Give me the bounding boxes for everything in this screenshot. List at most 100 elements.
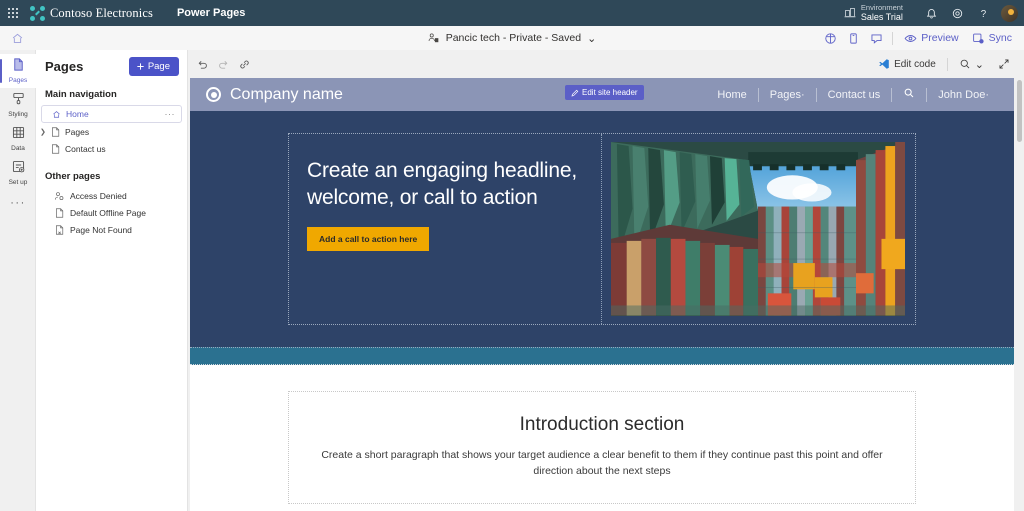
- canvas-toolbar: Edit code ⌄: [188, 50, 1024, 78]
- environment-name: Sales Trial: [860, 12, 903, 23]
- app-launcher-waffle-icon[interactable]: [0, 0, 26, 26]
- sidebar-more-icon[interactable]: ···: [0, 190, 36, 216]
- redo-arrow-icon[interactable]: [213, 54, 234, 75]
- toolbar-divider: [946, 57, 948, 71]
- canvas-vertical-scrollbar[interactable]: [1015, 78, 1024, 511]
- introduction-box[interactable]: Introduction section Create a short para…: [288, 390, 916, 505]
- sidebar-item-styling[interactable]: Styling: [0, 88, 36, 122]
- canvas-toolbar-right: Edit code ⌄: [872, 54, 1020, 75]
- page-item-pages-label: Pages: [65, 126, 90, 137]
- feedback-icon[interactable]: [865, 26, 887, 50]
- site-title-text: Pancic tech - Private - Saved: [445, 32, 582, 44]
- chevron-down-icon: ⌄: [587, 32, 597, 45]
- access-denied-person-icon: [54, 191, 64, 201]
- introduction-heading: Introduction section: [519, 413, 685, 435]
- shipping-containers-photo: [611, 142, 905, 316]
- introduction-section[interactable]: Introduction section Create a short para…: [190, 364, 1014, 505]
- page-title: Pages: [45, 58, 84, 74]
- page-item-contact-us-label: Contact us: [65, 143, 106, 154]
- vscode-icon: [879, 59, 889, 69]
- site-nav-search[interactable]: [892, 87, 926, 102]
- hero-text-column[interactable]: Create an engaging headline, welcome, or…: [289, 134, 602, 324]
- styling-icon: [11, 91, 26, 111]
- add-page-button[interactable]: Page: [128, 56, 179, 76]
- data-table-icon: [11, 125, 26, 145]
- site-nav-contact-us[interactable]: Contact us: [817, 89, 892, 101]
- zoom-chevron-icon: ⌄: [974, 58, 984, 71]
- sync-label: Sync: [988, 32, 1012, 44]
- eye-icon: [904, 34, 917, 42]
- site-nav-home[interactable]: Home: [706, 89, 757, 101]
- suite-bar-right: Environment Sales Trial ?: [844, 0, 1024, 26]
- account-avatar[interactable]: [1001, 4, 1018, 22]
- expand-canvas-button[interactable]: [992, 54, 1016, 75]
- site-preview-canvas: Company name Home Pages· Contact us John…: [190, 78, 1014, 511]
- edit-site-header-label: Edit site header: [582, 88, 638, 97]
- nav-divider: [757, 87, 759, 102]
- page-item-home-label: Home: [66, 109, 89, 119]
- command-bar-actions: Preview Sync: [819, 26, 1024, 50]
- hero-cta-button[interactable]: Add a call to action here: [307, 226, 430, 251]
- command-divider: [892, 31, 894, 45]
- site-title-dropdown[interactable]: Pancic tech - Private - Saved ⌄: [428, 32, 597, 45]
- site-nav-user[interactable]: John Doe·: [927, 89, 1000, 101]
- pages-panel-header: Pages Page: [36, 50, 187, 82]
- undo-arrow-icon[interactable]: [192, 54, 213, 75]
- accent-band[interactable]: [190, 346, 1014, 365]
- home-icon[interactable]: [0, 26, 34, 50]
- notifications-bell-icon[interactable]: [919, 0, 943, 26]
- edit-code-label: Edit code: [894, 58, 936, 70]
- settings-gear-icon[interactable]: [945, 0, 969, 26]
- left-nav-rail: Pages Styling Data Set up ···: [0, 50, 36, 511]
- mobile-preview-icon[interactable]: [842, 26, 864, 50]
- other-pages-label: Other pages: [45, 171, 101, 182]
- page-item-contact-us[interactable]: Contact us: [36, 140, 187, 157]
- svg-text:?: ?: [980, 8, 986, 19]
- add-page-label: Page: [147, 60, 170, 72]
- scrollbar-thumb[interactable]: [1017, 80, 1022, 142]
- hero-section[interactable]: Create an engaging headline, welcome, or…: [190, 111, 1014, 347]
- page-item-home-overflow-icon[interactable]: ···: [165, 109, 182, 119]
- nav-divider: [815, 87, 817, 102]
- caret-down-icon: ·: [800, 88, 805, 101]
- edit-code-button[interactable]: Edit code: [872, 54, 942, 75]
- pages-icon: [11, 57, 26, 77]
- sidebar-item-pages[interactable]: Pages: [0, 54, 36, 88]
- zoom-control[interactable]: ⌄: [953, 54, 990, 75]
- caret-down-icon: ·: [985, 88, 989, 101]
- other-page-default-offline[interactable]: Default Offline Page: [36, 204, 187, 221]
- site-nav: Home Pages· Contact us John Doe·: [706, 87, 1000, 102]
- hero-image-column[interactable]: [602, 134, 915, 324]
- nav-divider: [926, 87, 928, 102]
- environment-selector[interactable]: Environment Sales Trial: [844, 3, 903, 23]
- page-file-icon: [54, 207, 64, 218]
- sidebar-item-pages-label: Pages: [8, 77, 28, 85]
- sidebar-item-data[interactable]: Data: [0, 122, 36, 156]
- site-people-icon: [428, 33, 439, 43]
- page-item-home[interactable]: Home ···: [41, 105, 182, 123]
- link-style-icon[interactable]: [234, 54, 255, 75]
- page-file-icon: [50, 126, 60, 137]
- other-page-default-offline-label: Default Offline Page: [70, 207, 146, 218]
- accessibility-checker-icon[interactable]: [819, 26, 841, 50]
- other-page-access-denied[interactable]: Access Denied: [36, 187, 187, 204]
- pencil-icon: [571, 89, 579, 96]
- preview-button[interactable]: Preview: [898, 26, 964, 50]
- zoom-magnifier-icon: [960, 59, 970, 69]
- contoso-logo-icon: [30, 5, 45, 21]
- help-question-icon[interactable]: ?: [971, 0, 995, 26]
- other-page-not-found[interactable]: Page Not Found: [36, 221, 187, 238]
- hero-headline: Create an engaging headline, welcome, or…: [307, 159, 577, 209]
- site-nav-pages[interactable]: Pages·: [759, 89, 816, 101]
- introduction-paragraph: Create a short paragraph that shows your…: [321, 448, 883, 477]
- page-item-pages[interactable]: ❯ Pages: [36, 123, 187, 140]
- site-header: Company name Home Pages· Contact us John…: [190, 78, 1014, 111]
- sidebar-item-setup[interactable]: Set up: [0, 156, 36, 190]
- page-file-icon: [50, 143, 60, 154]
- sync-button[interactable]: Sync: [966, 26, 1018, 50]
- chevron-right-icon[interactable]: ❯: [40, 128, 46, 136]
- app-name: Power Pages: [176, 7, 246, 19]
- command-bar: Pancic tech - Private - Saved ⌄ Preview …: [0, 26, 1024, 51]
- environment-icon: [844, 7, 856, 19]
- edit-site-header-button[interactable]: Edit site header: [565, 85, 644, 100]
